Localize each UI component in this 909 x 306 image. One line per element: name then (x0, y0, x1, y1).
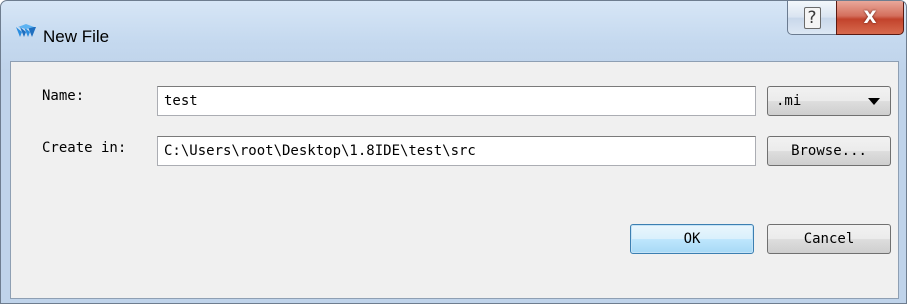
gowin-logo-icon (16, 24, 36, 37)
name-field[interactable]: test (157, 86, 756, 116)
close-icon: X (863, 7, 877, 28)
create-in-label: Create in: (42, 140, 127, 156)
cancel-button[interactable]: Cancel (767, 224, 891, 254)
new-file-dialog: New File ? X Name: test .mi Create in: C… (0, 0, 907, 304)
help-button[interactable]: ? (787, 1, 837, 35)
create-in-field[interactable]: C:\Users\root\Desktop\1.8IDE\test\src (157, 136, 756, 166)
dialog-title: New File (43, 27, 110, 46)
help-icon: ? (803, 6, 821, 29)
dialog-body: Name: test .mi Create in: C:\Users\root\… (10, 61, 899, 299)
title-bar[interactable]: New File ? X (1, 1, 906, 61)
browse-button[interactable]: Browse... (767, 136, 891, 166)
name-label: Name: (42, 88, 85, 104)
ok-button[interactable]: OK (630, 224, 754, 254)
extension-selected-value: .mi (776, 93, 802, 109)
extension-select[interactable]: .mi (767, 86, 891, 116)
chevron-down-icon (868, 98, 880, 105)
close-button[interactable]: X (836, 1, 904, 35)
